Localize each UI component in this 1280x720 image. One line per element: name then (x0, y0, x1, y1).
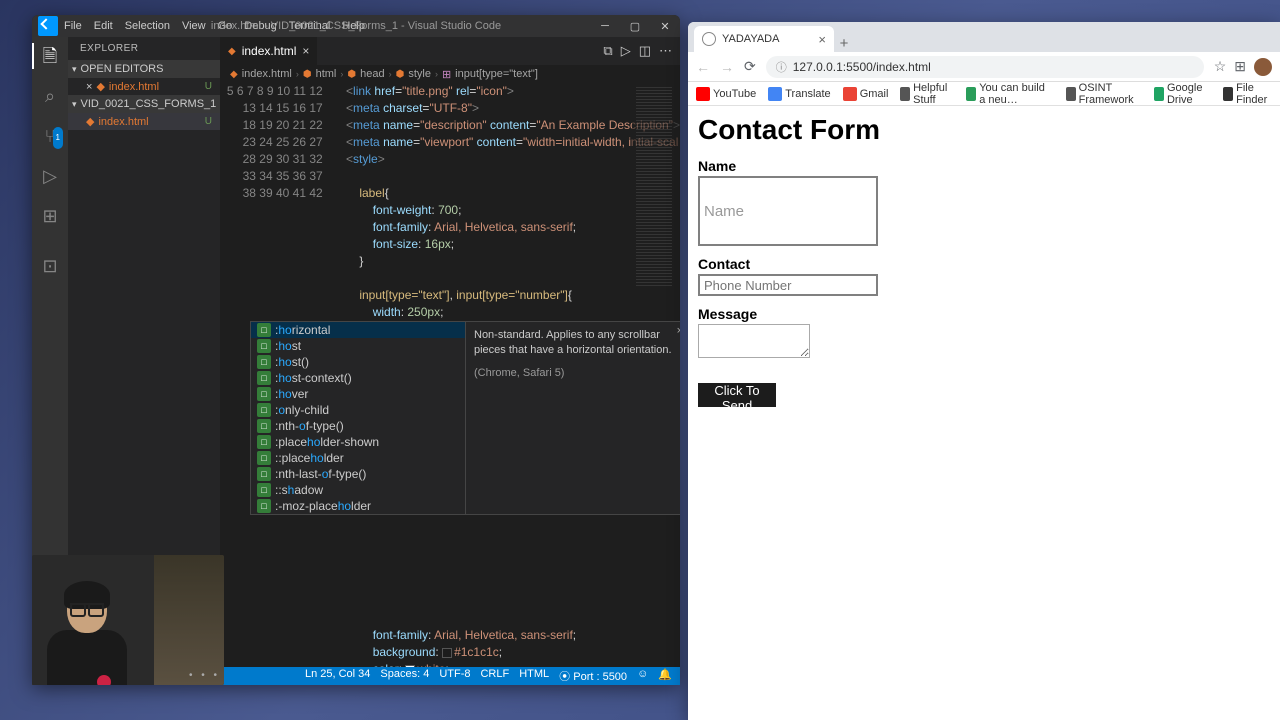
tab-close-icon[interactable]: × (302, 44, 309, 58)
browser-toolbar: ← → ⟳ ⓘ 127.0.0.1:5500/index.html ☆ ⊞ (688, 52, 1280, 82)
editor-tabs: ◆ index.html × ⧉ ▷ ◫ ⋯ (220, 37, 680, 65)
folder-section[interactable]: ▾VID_0021_CSS_FORMS_1 (68, 95, 220, 113)
line-ending[interactable]: CRLF (480, 668, 509, 684)
suggestion-item[interactable]: □:nth-last-of-type() (251, 466, 465, 482)
minimize-icon[interactable]: ─ (590, 20, 620, 33)
tab-close-icon[interactable]: × (818, 32, 826, 47)
suggestion-item[interactable]: □:nth-of-type() (251, 418, 465, 434)
message-textarea[interactable] (698, 324, 810, 358)
compare-icon[interactable]: ⧉ (603, 43, 612, 59)
bookmarks-bar: YouTube Translate Gmail Helpful Stuff You ca… (688, 82, 1280, 106)
suggestion-item[interactable]: □::placeholder (251, 450, 465, 466)
run-icon[interactable]: ▷ (621, 43, 631, 59)
language-mode[interactable]: HTML (519, 668, 549, 684)
split-icon[interactable]: ◫ (639, 43, 651, 59)
site-info-icon[interactable]: ⓘ (776, 59, 787, 75)
webcam-overlay: • • • (32, 555, 224, 685)
file-icon: ◆ (228, 46, 236, 57)
bookmark-item[interactable]: OSINT Framework (1066, 82, 1142, 106)
bookmark-item[interactable]: You can build a neu… (966, 82, 1053, 106)
bookmark-item[interactable]: YouTube (696, 87, 756, 101)
tab-label: index.html (242, 44, 297, 58)
close-icon[interactable]: × (86, 81, 92, 93)
vscode-icon (38, 16, 58, 36)
bookmark-item[interactable]: Translate (768, 87, 830, 101)
menu-view[interactable]: View (182, 20, 206, 32)
maximize-icon[interactable]: ▢ (620, 20, 650, 33)
browser-tab[interactable]: YADAYADA × (694, 26, 834, 52)
url-text: 127.0.0.1:5500/index.html (793, 60, 931, 74)
bookmark-item[interactable]: Google Drive (1154, 82, 1211, 106)
explorer-icon[interactable]: 🗎 (39, 45, 61, 67)
status-bar: Ln 25, Col 34 Spaces: 4 UTF-8 CRLF HTML … (220, 667, 680, 685)
indentation[interactable]: Spaces: 4 (380, 668, 429, 684)
suggestion-docs: × Non-standard. Applies to any scrollbar… (465, 322, 680, 514)
source-control-icon[interactable]: ⑂1 (39, 125, 61, 147)
name-input[interactable] (698, 176, 878, 246)
profile-icon[interactable] (1254, 58, 1272, 76)
window-controls: ─ ▢ ✕ (590, 20, 680, 33)
search-icon[interactable]: ⌕ (39, 85, 61, 107)
title-bar: File Edit Selection View Go Debug Termin… (32, 15, 680, 37)
close-icon[interactable]: × (677, 324, 680, 339)
menu-edit[interactable]: Edit (94, 20, 113, 32)
extension-icon[interactable]: ⊞ (1234, 58, 1246, 76)
suggestion-item[interactable]: □::shadow (251, 482, 465, 498)
reload-icon[interactable]: ⟳ (744, 58, 756, 75)
suggestion-item[interactable]: □:host (251, 338, 465, 354)
browser-tab-strip: YADAYADA × + (688, 22, 1280, 52)
remote-icon[interactable]: ⊡ (39, 255, 61, 277)
bookmark-item[interactable]: Helpful Stuff (900, 82, 954, 106)
debug-icon[interactable]: ▷ (39, 165, 61, 187)
contact-label: Contact (698, 256, 1270, 272)
page-heading: Contact Form (698, 114, 1270, 146)
explorer-header: EXPLORER (68, 37, 220, 60)
forward-icon[interactable]: → (720, 59, 734, 75)
send-button[interactable]: Click To Send (698, 383, 776, 407)
address-bar[interactable]: ⓘ 127.0.0.1:5500/index.html (766, 56, 1204, 78)
open-editor-item[interactable]: × ◆ index.html U (68, 78, 220, 95)
open-editors-section[interactable]: ▾OPEN EDITORS (68, 60, 220, 78)
notifications-icon[interactable]: 🔔 (658, 668, 672, 684)
back-icon[interactable]: ← (696, 59, 710, 75)
close-icon[interactable]: ✕ (650, 20, 680, 33)
editor-tab[interactable]: ◆ index.html × (220, 37, 318, 65)
suggestion-item[interactable]: □:hover (251, 386, 465, 402)
suggestion-item[interactable]: □:horizontal (251, 322, 465, 338)
window-title: index.html - VID_0021_CSS_Forms_1 - Visu… (211, 20, 501, 32)
extensions-icon[interactable]: ⊞ (39, 205, 61, 227)
cursor-position[interactable]: Ln 25, Col 34 (305, 668, 370, 684)
bookmark-item[interactable]: File Finder (1223, 82, 1272, 106)
globe-icon (702, 32, 716, 46)
suggestion-item[interactable]: □:only-child (251, 402, 465, 418)
encoding[interactable]: UTF-8 (439, 668, 470, 684)
menu-file[interactable]: File (64, 20, 82, 32)
more-icon[interactable]: ⋯ (659, 43, 672, 59)
name-label: Name (698, 158, 1270, 174)
new-tab-button[interactable]: + (834, 35, 854, 52)
breadcrumb[interactable]: ◆ index.html› ⬢html› ⬢head› ⬢style› ⊞inp… (220, 65, 680, 83)
code-editor[interactable]: 5 6 7 8 9 10 11 12 13 14 15 16 17 18 19 … (220, 83, 680, 667)
file-tree-item[interactable]: ◆ index.html U (68, 113, 220, 130)
suggestion-item[interactable]: □:-moz-placeholder (251, 498, 465, 514)
bookmark-item[interactable]: Gmail (843, 87, 889, 101)
suggestion-item[interactable]: □:host-context() (251, 370, 465, 386)
feedback-icon[interactable]: ☺ (637, 668, 648, 684)
editor-area: ◆ index.html × ⧉ ▷ ◫ ⋯ ◆ index.html› ⬢ht… (220, 37, 680, 685)
editor-actions: ⧉ ▷ ◫ ⋯ (603, 43, 680, 59)
intellisense-popup[interactable]: □:horizontal□:host□:host()□:host-context… (250, 321, 680, 515)
star-icon[interactable]: ☆ (1214, 58, 1227, 76)
message-label: Message (698, 306, 1270, 322)
live-server-port[interactable]: ⦿ Port : 5500 (559, 668, 627, 684)
menu-selection[interactable]: Selection (125, 20, 170, 32)
tab-title: YADAYADA (722, 33, 779, 45)
page-content: Contact Form Name Contact Message Click … (688, 106, 1280, 720)
suggestion-item[interactable]: □:host() (251, 354, 465, 370)
suggestion-item[interactable]: □:placeholder-shown (251, 434, 465, 450)
suggestion-list[interactable]: □:horizontal□:host□:host()□:host-context… (251, 322, 465, 514)
file-icon: ◆ (230, 69, 238, 80)
contact-input[interactable] (698, 274, 878, 296)
browser-window: YADAYADA × + ← → ⟳ ⓘ 127.0.0.1:5500/inde… (688, 22, 1280, 720)
